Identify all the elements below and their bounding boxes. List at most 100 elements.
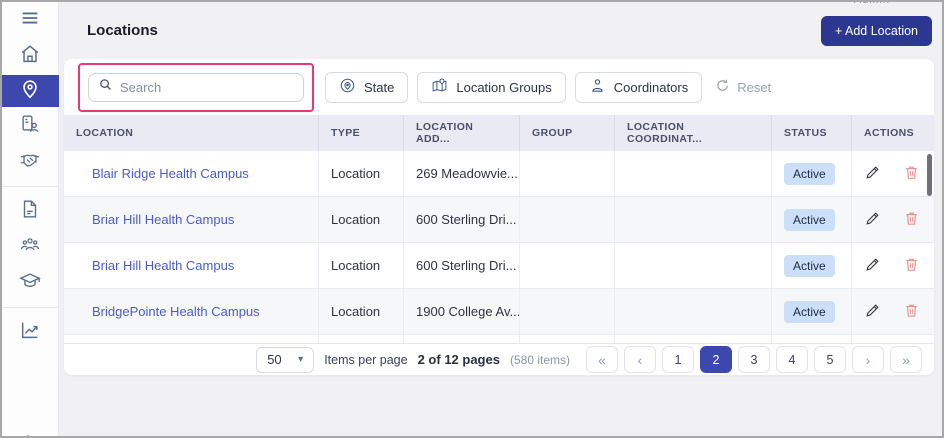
- locations-table: LOCATION TYPE LOCATION ADD... GROUP LOCA…: [64, 115, 934, 343]
- coordinator-cell: [615, 289, 772, 334]
- admin-label-clipped: Admin: [854, 2, 890, 8]
- add-location-button[interactable]: + Add Location: [820, 15, 932, 46]
- filter-toolbar: State Location Groups Coordinators: [64, 59, 934, 115]
- sidebar-item-partnerships[interactable]: [2, 145, 59, 179]
- edit-button[interactable]: [864, 256, 881, 276]
- status-badge: Active: [784, 208, 835, 231]
- app-window: Admin Locations + Add Location: [0, 0, 944, 438]
- edit-button[interactable]: [864, 164, 881, 184]
- location-name-link[interactable]: Briar Hill Health Campus: [92, 258, 234, 273]
- trash-icon: [903, 164, 920, 184]
- state-filter-button[interactable]: State: [325, 71, 409, 103]
- main-area: Admin Locations + Add Location: [59, 2, 942, 436]
- reset-filters-label: Reset: [737, 79, 772, 95]
- edit-button[interactable]: [864, 210, 881, 230]
- table-row: Briar Hill Health Campus Location 600 St…: [64, 243, 934, 289]
- delete-button[interactable]: [903, 256, 920, 276]
- last-page-button[interactable]: »: [890, 346, 922, 373]
- column-header-group[interactable]: GROUP: [520, 115, 615, 151]
- hamburger-icon: [19, 7, 41, 34]
- location-groups-filter-button[interactable]: Location Groups: [417, 71, 566, 103]
- delete-button[interactable]: [903, 164, 920, 184]
- reset-filters-button[interactable]: Reset: [715, 78, 771, 96]
- delete-button[interactable]: [903, 302, 920, 322]
- address-cell: 269 Meadowvie...: [404, 151, 520, 196]
- next-page-button[interactable]: ›: [852, 346, 884, 373]
- location-name-link[interactable]: BridgePointe Health Campus: [92, 304, 260, 319]
- id-badge-icon: [19, 113, 41, 140]
- group-cell: [520, 243, 615, 288]
- map-icon: [431, 77, 448, 97]
- column-header-coordinator[interactable]: LOCATION COORDINAT...: [615, 115, 772, 151]
- pagination: « ‹ 1 2 3 4 5 › »: [586, 346, 922, 373]
- sidebar-item-users[interactable]: [2, 230, 59, 264]
- search-field[interactable]: [88, 72, 304, 102]
- trash-icon: [903, 302, 920, 322]
- sidebar-item-analytics[interactable]: [2, 315, 59, 349]
- column-header-status[interactable]: STATUS: [772, 115, 852, 151]
- location-name-link[interactable]: Blair Ridge Health Campus: [92, 166, 249, 181]
- page-size-value: 50: [267, 352, 282, 367]
- pencil-icon: [864, 210, 881, 230]
- column-header-location[interactable]: LOCATION: [64, 115, 319, 151]
- first-page-button[interactable]: «: [586, 346, 618, 373]
- location-name-link[interactable]: Briar Hill Health Campus: [92, 212, 234, 227]
- prev-page-button[interactable]: ‹: [624, 346, 656, 373]
- page-button-5[interactable]: 5: [814, 346, 846, 373]
- type-cell: Location: [319, 151, 404, 196]
- menu-toggle-button[interactable]: [2, 3, 59, 37]
- table-scrollbar[interactable]: [927, 154, 932, 196]
- coordinator-cell: [615, 151, 772, 196]
- page-button-3[interactable]: 3: [738, 346, 770, 373]
- sidebar-item-home[interactable]: [2, 39, 59, 73]
- clipped-bottom-icon: [22, 431, 34, 436]
- sidebar-item-education[interactable]: [2, 266, 59, 300]
- column-header-type[interactable]: TYPE: [319, 115, 404, 151]
- delete-button[interactable]: [903, 210, 920, 230]
- coordinator-cell: [615, 197, 772, 242]
- page-button-1[interactable]: 1: [662, 346, 694, 373]
- page-size-select[interactable]: 50 ▾: [256, 346, 315, 373]
- status-badge: Active: [784, 162, 835, 185]
- sidebar-divider: [2, 186, 59, 187]
- search-icon: [98, 77, 113, 97]
- sidebar-item-locations[interactable]: [2, 75, 59, 107]
- table-footer: 50 ▾ Items per page 2 of 12 pages (580 i…: [64, 343, 934, 375]
- document-icon: [19, 198, 41, 225]
- search-input[interactable]: [120, 79, 294, 95]
- page-button-4[interactable]: 4: [776, 346, 808, 373]
- clipped-next-row: [64, 335, 934, 343]
- person-icon: [589, 77, 606, 97]
- pencil-icon: [864, 256, 881, 276]
- chevron-down-icon: ▾: [298, 354, 304, 365]
- address-cell: 1900 College Av...: [404, 289, 520, 334]
- pencil-icon: [864, 164, 881, 184]
- handshake-icon: [19, 149, 41, 176]
- location-pin-icon: [19, 78, 41, 105]
- items-per-page-label: Items per page: [324, 352, 408, 367]
- sidebar-item-providers[interactable]: [2, 109, 59, 143]
- location-groups-filter-label: Location Groups: [456, 79, 552, 95]
- group-cell: [520, 151, 615, 196]
- table-row: Briar Hill Health Campus Location 600 St…: [64, 197, 934, 243]
- topbar: Locations + Add Location: [59, 2, 942, 59]
- state-pin-icon: [339, 77, 356, 97]
- column-header-address[interactable]: LOCATION ADD...: [404, 115, 520, 151]
- page-button-2-current[interactable]: 2: [700, 346, 732, 373]
- group-cell: [520, 289, 615, 334]
- locations-card: State Location Groups Coordinators: [64, 59, 934, 375]
- sidebar-divider: [2, 307, 59, 308]
- pencil-icon: [864, 302, 881, 322]
- edit-button[interactable]: [864, 302, 881, 322]
- sidebar-item-documents[interactable]: [2, 194, 59, 228]
- reset-icon: [715, 78, 730, 96]
- chart-icon: [19, 319, 41, 346]
- table-row: BridgePointe Health Campus Location 1900…: [64, 289, 934, 335]
- sidebar: [2, 2, 59, 436]
- address-cell: 600 Sterling Dri...: [404, 243, 520, 288]
- group-cell: [520, 197, 615, 242]
- address-cell: 600 Sterling Dri...: [404, 197, 520, 242]
- graduation-cap-icon: [19, 270, 41, 297]
- coordinators-filter-button[interactable]: Coordinators: [574, 71, 703, 103]
- status-badge: Active: [784, 254, 835, 277]
